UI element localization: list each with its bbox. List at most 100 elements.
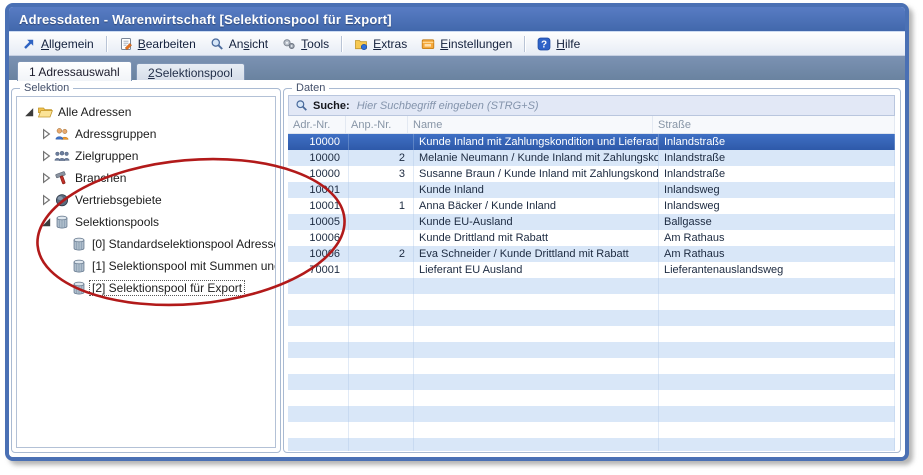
- column-header-anp-nr[interactable]: Anp.-Nr.: [346, 116, 408, 133]
- cell-anp-nr: [349, 438, 414, 451]
- cell-adr-nr: [288, 438, 349, 451]
- cell-straße: Lieferantenauslandsweg: [659, 262, 895, 278]
- cell-straße: Inlandsweg: [659, 182, 895, 198]
- table-row[interactable]: 10005Kunde EU-AuslandBallgasse: [288, 214, 895, 230]
- table-row[interactable]: 70001Lieferant EU AuslandLieferantenausl…: [288, 262, 895, 278]
- arrow-up-right-icon: [22, 37, 36, 51]
- collapse-arrow-icon[interactable]: [23, 106, 35, 118]
- title-bar[interactable]: Adressdaten - Warenwirtschaft [Selektion…: [9, 7, 905, 32]
- cell-anp-nr: [349, 230, 414, 246]
- cell-adr-nr: [288, 406, 349, 422]
- menu-item-allgemein[interactable]: Allgemein: [15, 35, 101, 53]
- cell-name: Kunde Inland mit Zahlungskondition und L…: [414, 134, 659, 150]
- menu-separator: [524, 36, 525, 52]
- cell-straße: [659, 422, 895, 438]
- menu-separator: [341, 36, 342, 52]
- menu-item-hilfe[interactable]: ?Hilfe: [530, 35, 587, 53]
- cell-anp-nr: [349, 310, 414, 326]
- folder-open-icon: [37, 104, 53, 120]
- column-header-name[interactable]: Name: [408, 116, 653, 133]
- menu-item-einstellungen[interactable]: Einstellungen: [414, 35, 519, 53]
- menu-item-bearbeiten[interactable]: Bearbeiten: [112, 35, 203, 53]
- menu-item-label: Bearbeiten: [138, 37, 196, 51]
- column-header-straße[interactable]: Straße: [653, 116, 895, 133]
- tab-1-adressauswahl[interactable]: 1 Adressauswahl: [17, 61, 132, 81]
- cell-straße: [659, 438, 895, 451]
- folder-extras-icon: [354, 37, 368, 51]
- table-row-empty: [288, 422, 895, 438]
- table-row[interactable]: 100011Anna Bäcker / Kunde InlandInlandsw…: [288, 198, 895, 214]
- table-row-empty: [288, 278, 895, 294]
- tree-item-label: Alle Adressen: [58, 105, 131, 119]
- cell-anp-nr: [349, 326, 414, 342]
- menu-item-ansicht[interactable]: Ansicht: [203, 35, 275, 53]
- cell-adr-nr: [288, 326, 349, 342]
- search-label: Suche:: [313, 100, 350, 112]
- expander-spacer: [57, 238, 69, 250]
- table-row-empty: [288, 310, 895, 326]
- search-input[interactable]: Suche: Hier Suchbegriff eingeben (STRG+S…: [288, 95, 895, 116]
- tree-item-0-standardselektionspool-adressen[interactable]: [0] Standardselektionspool Adressen: [17, 233, 275, 255]
- table-row[interactable]: 100002Melanie Neumann / Kunde Inland mit…: [288, 150, 895, 166]
- app-window: Adressdaten - Warenwirtschaft [Selektion…: [5, 3, 909, 461]
- menu-item-tools[interactable]: Tools: [275, 35, 336, 53]
- expander-spacer: [57, 260, 69, 272]
- tree-item-branchen[interactable]: Branchen: [17, 167, 275, 189]
- tree-item-label: [1] Selektionspool mit Summen und Grupp: [92, 259, 276, 273]
- table-row-empty: [288, 294, 895, 310]
- tree-item-alle-adressen[interactable]: Alle Adressen: [17, 101, 275, 123]
- menu-item-label: Tools: [301, 37, 329, 51]
- table-row-empty: [288, 374, 895, 390]
- tree-item-2-selektionspool-für-export[interactable]: [2] Selektionspool für Export: [17, 277, 275, 299]
- cell-name: Melanie Neumann / Kunde Inland mit Zahlu…: [414, 150, 659, 166]
- cell-straße: Am Rathaus: [659, 246, 895, 262]
- cell-adr-nr: 10000: [288, 134, 349, 150]
- column-header-adr-nr[interactable]: Adr.-Nr.: [288, 116, 346, 133]
- collapse-arrow-icon[interactable]: [40, 216, 52, 228]
- expander-spacer: [57, 282, 69, 294]
- table-header-row: Adr.-Nr.Anp.-Nr.NameStraße: [288, 116, 895, 134]
- table-row-empty: [288, 390, 895, 406]
- cell-straße: [659, 278, 895, 294]
- database-icon: [71, 236, 87, 252]
- menu-item-label: Ansicht: [229, 37, 268, 51]
- tree-item-vertriebsgebiete[interactable]: Vertriebsgebiete: [17, 189, 275, 211]
- cell-adr-nr: [288, 374, 349, 390]
- cell-straße: [659, 294, 895, 310]
- table-row[interactable]: 10006Kunde Drittland mit RabattAm Rathau…: [288, 230, 895, 246]
- expand-arrow-icon[interactable]: [40, 194, 52, 206]
- search-placeholder: Hier Suchbegriff eingeben (STRG+S): [357, 100, 539, 112]
- address-tree: Alle Adressen Adressgruppen ZielgruppenBra…: [16, 96, 276, 448]
- tab-strip: 1 Adressauswahl2 Selektionspool: [9, 56, 905, 81]
- address-table: Adr.-Nr.Anp.-Nr.NameStraße 10000 Kunde In…: [288, 116, 895, 451]
- content-area: Selektion Alle AdressenAdressgruppenZiel…: [9, 80, 905, 457]
- cell-adr-nr: [288, 310, 349, 326]
- tree-item-zielgruppen[interactable]: Zielgruppen: [17, 145, 275, 167]
- table-row-empty: [288, 406, 895, 422]
- table-row[interactable]: 10001Kunde InlandInlandsweg: [288, 182, 895, 198]
- tree-item-selektionspools[interactable]: Selektionspools: [17, 211, 275, 233]
- cell-name: [414, 342, 659, 358]
- table-row[interactable]: 100062Eva Schneider / Kunde Drittland mi…: [288, 246, 895, 262]
- tab-2-selektionspool[interactable]: 2 Selektionspool: [136, 63, 245, 81]
- database-icon: [54, 214, 70, 230]
- tree-item-label: Adressgruppen: [75, 127, 156, 141]
- table-row[interactable]: 100003Susanne Braun / Kunde Inland mit Z…: [288, 166, 895, 182]
- settings-card-icon: [421, 37, 435, 51]
- cell-straße: [659, 310, 895, 326]
- menu-item-extras[interactable]: Extras: [347, 35, 414, 53]
- tree-item-adressgruppen[interactable]: Adressgruppen: [17, 123, 275, 145]
- cell-anp-nr: [349, 262, 414, 278]
- expand-arrow-icon[interactable]: [40, 150, 52, 162]
- expand-arrow-icon[interactable]: [40, 172, 52, 184]
- cell-straße: Inlandstraße: [659, 134, 895, 150]
- tree-item-1-selektionspool-mit-summen-und-grupp[interactable]: [1] Selektionspool mit Summen und Grupp: [17, 255, 275, 277]
- search-icon: [295, 99, 308, 112]
- cell-anp-nr: 2: [349, 246, 414, 262]
- expand-arrow-icon[interactable]: [40, 128, 52, 140]
- cell-name: Kunde EU-Ausland: [414, 214, 659, 230]
- cell-name: [414, 326, 659, 342]
- table-row[interactable]: 10000 Kunde Inland mit Zahlungskondition …: [288, 134, 895, 150]
- cell-anp-nr: [349, 422, 414, 438]
- cell-name: Anna Bäcker / Kunde Inland: [414, 198, 659, 214]
